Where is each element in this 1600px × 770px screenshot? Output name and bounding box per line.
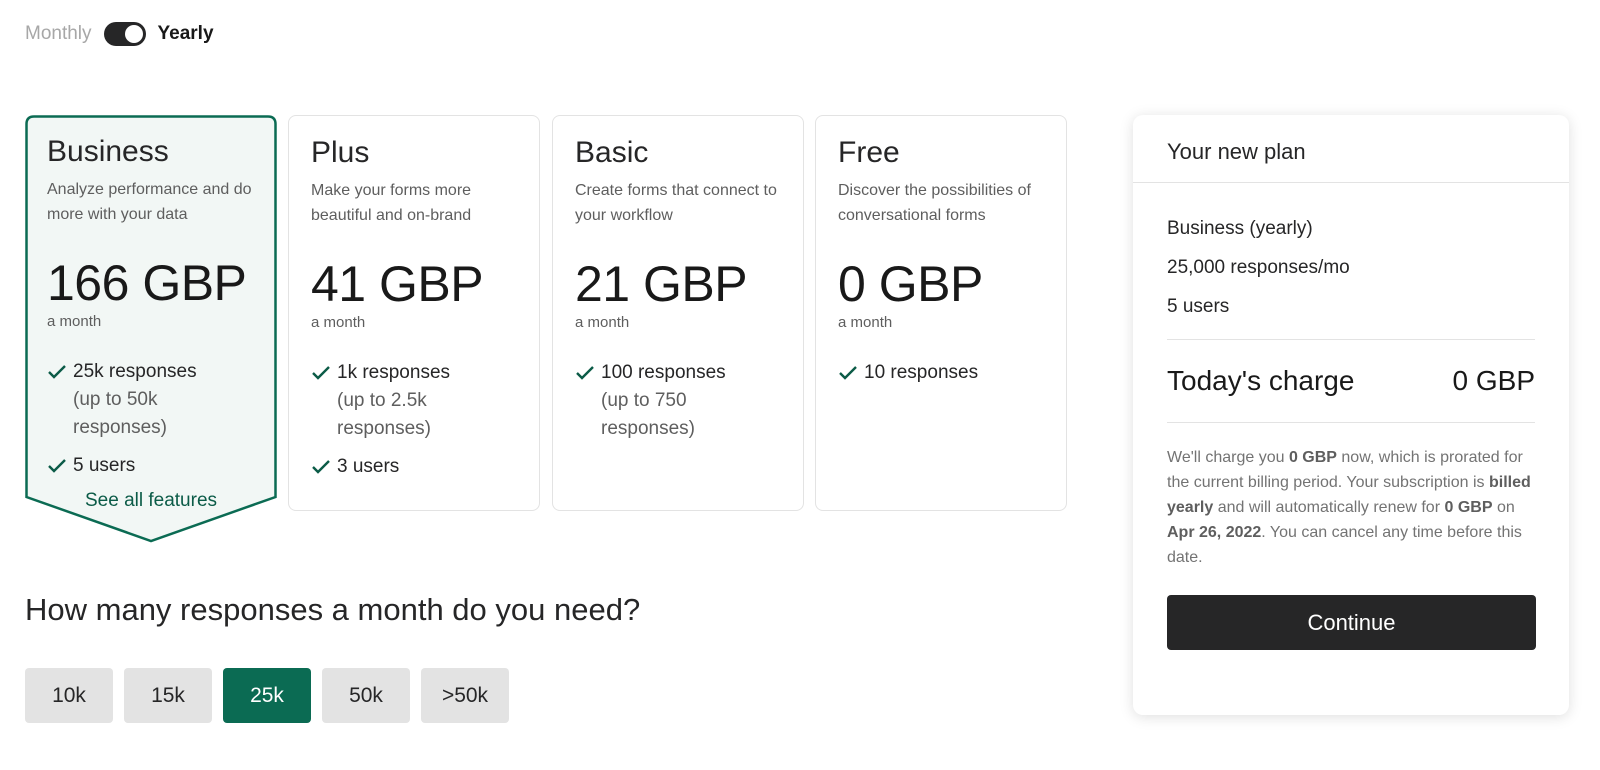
feature-list: 1k responses (up to 2.5k responses) 3 use…	[311, 359, 517, 481]
plan-period: a month	[838, 314, 893, 331]
plan-name: Business	[47, 135, 169, 168]
billing-note: We'll charge you 0 GBP now, which is pro…	[1167, 449, 1531, 566]
feature-subtext: (up to 2.5k responses)	[337, 390, 431, 439]
billing-switch-knob	[124, 25, 143, 43]
plan-description: Discover the possibilities of conversati…	[838, 182, 1031, 224]
plan-price: 41 GBP	[311, 256, 484, 312]
plan-price: 166 GBP	[47, 255, 247, 311]
summary-title: Your new plan	[1133, 115, 1569, 183]
check-icon	[576, 366, 594, 380]
check-icon	[839, 366, 857, 380]
see-all-features-link[interactable]: See all features	[47, 490, 255, 512]
feature-list: 25k responses (up to 50k responses) 5 use…	[47, 358, 255, 480]
plan-description: Analyze performance and do more with you…	[47, 181, 252, 223]
feature-text: 100 responses	[601, 362, 726, 383]
response-options: 10k 15k 25k 50k >50k	[25, 668, 509, 723]
plan-cards: Business Analyze performance and do more…	[25, 115, 1090, 555]
summary-users: 5 users	[1167, 296, 1230, 317]
plan-price: 21 GBP	[575, 256, 748, 312]
feature-text: 3 users	[337, 456, 400, 477]
response-option-10k[interactable]: 10k	[25, 668, 113, 723]
feature-list: 100 responses (up to 750 responses)	[575, 359, 781, 443]
feature-subtext: (up to 50k responses)	[73, 389, 167, 438]
plan-summary-panel: Your new plan Business (yearly) 25,000 r…	[1133, 115, 1569, 715]
monthly-label[interactable]: Monthly	[25, 23, 92, 45]
plan-name: Free	[838, 136, 900, 169]
plan-card-free[interactable]: Free Discover the possibilities of conve…	[815, 115, 1067, 511]
plan-card-business[interactable]: Business Analyze performance and do more…	[25, 115, 277, 555]
divider	[1167, 422, 1535, 423]
plan-name: Basic	[575, 136, 649, 169]
plan-card-plus[interactable]: Plus Make your forms more beautiful and …	[288, 115, 540, 511]
feature-item: 5 users	[47, 452, 255, 480]
response-option-25k[interactable]: 25k	[223, 668, 311, 723]
charge-value: 0 GBP	[1452, 365, 1535, 396]
feature-text: 25k responses	[73, 361, 197, 382]
check-icon	[48, 365, 66, 379]
billing-switch[interactable]	[103, 22, 146, 46]
feature-item: 25k responses (up to 50k responses)	[47, 358, 255, 442]
response-option-15k[interactable]: 15k	[124, 668, 212, 723]
feature-item: 10 responses	[838, 359, 1044, 387]
feature-item: 3 users	[311, 453, 517, 481]
billing-toggle: Monthly Yearly	[25, 20, 214, 48]
feature-list: 10 responses	[838, 359, 1044, 387]
plan-description: Create forms that connect to your workfl…	[575, 182, 777, 224]
feature-text: 5 users	[73, 455, 136, 476]
plan-price: 0 GBP	[838, 256, 983, 312]
charge-label: Today's charge	[1167, 365, 1355, 396]
summary-plan: Business (yearly)	[1167, 218, 1313, 239]
plan-description: Make your forms more beautiful and on-br…	[311, 182, 472, 224]
check-icon	[312, 460, 330, 474]
plan-name: Plus	[311, 136, 370, 169]
responses-question: How many responses a month do you need?	[25, 592, 641, 627]
todays-charge-row: Today's charge 0 GBP	[1167, 340, 1535, 422]
feature-text: 1k responses	[337, 362, 451, 383]
feature-item: 1k responses (up to 2.5k responses)	[311, 359, 517, 443]
check-icon	[312, 366, 330, 380]
check-icon	[48, 459, 66, 473]
summary-responses: 25,000 responses/mo	[1167, 257, 1350, 278]
feature-text: 10 responses	[864, 362, 979, 383]
response-option-50k[interactable]: 50k	[322, 668, 410, 723]
plan-period: a month	[47, 313, 102, 330]
response-option-more-than-50k[interactable]: >50k	[421, 668, 509, 723]
continue-button[interactable]: Continue	[1167, 595, 1536, 650]
feature-subtext: (up to 750 responses)	[601, 390, 695, 439]
plan-period: a month	[311, 314, 366, 331]
yearly-label[interactable]: Yearly	[158, 23, 214, 45]
plan-card-basic[interactable]: Basic Create forms that connect to your …	[552, 115, 804, 511]
plan-period: a month	[575, 314, 630, 331]
feature-item: 100 responses (up to 750 responses)	[575, 359, 781, 443]
